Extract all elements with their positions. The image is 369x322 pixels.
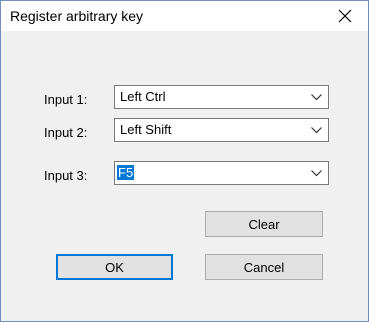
close-icon bbox=[338, 9, 352, 23]
chevron-down-icon bbox=[311, 170, 322, 177]
input-3-combobox[interactable]: F5 bbox=[114, 161, 329, 185]
cancel-button[interactable]: Cancel bbox=[205, 254, 323, 280]
dialog-title: Register arbitrary key bbox=[10, 8, 144, 24]
register-key-dialog: Register arbitrary key Input 1: Left Ctr… bbox=[0, 0, 369, 322]
clear-button[interactable]: Clear bbox=[205, 211, 323, 237]
chevron-down-icon bbox=[311, 94, 322, 101]
chevron-down-icon bbox=[311, 127, 322, 134]
input-2-label: Input 2: bbox=[44, 125, 88, 140]
input-2-combobox[interactable]: Left Shift bbox=[114, 118, 329, 142]
close-button[interactable] bbox=[322, 1, 368, 31]
input-3-value: F5 bbox=[117, 165, 135, 180]
input-3-label: Input 3: bbox=[44, 168, 88, 183]
input-1-combobox[interactable]: Left Ctrl bbox=[114, 85, 329, 109]
input-1-value: Left Ctrl bbox=[120, 89, 166, 104]
title-bar: Register arbitrary key bbox=[1, 1, 368, 31]
input-2-value: Left Shift bbox=[120, 122, 172, 137]
input-1-label: Input 1: bbox=[44, 92, 88, 107]
ok-button[interactable]: OK bbox=[56, 254, 173, 280]
